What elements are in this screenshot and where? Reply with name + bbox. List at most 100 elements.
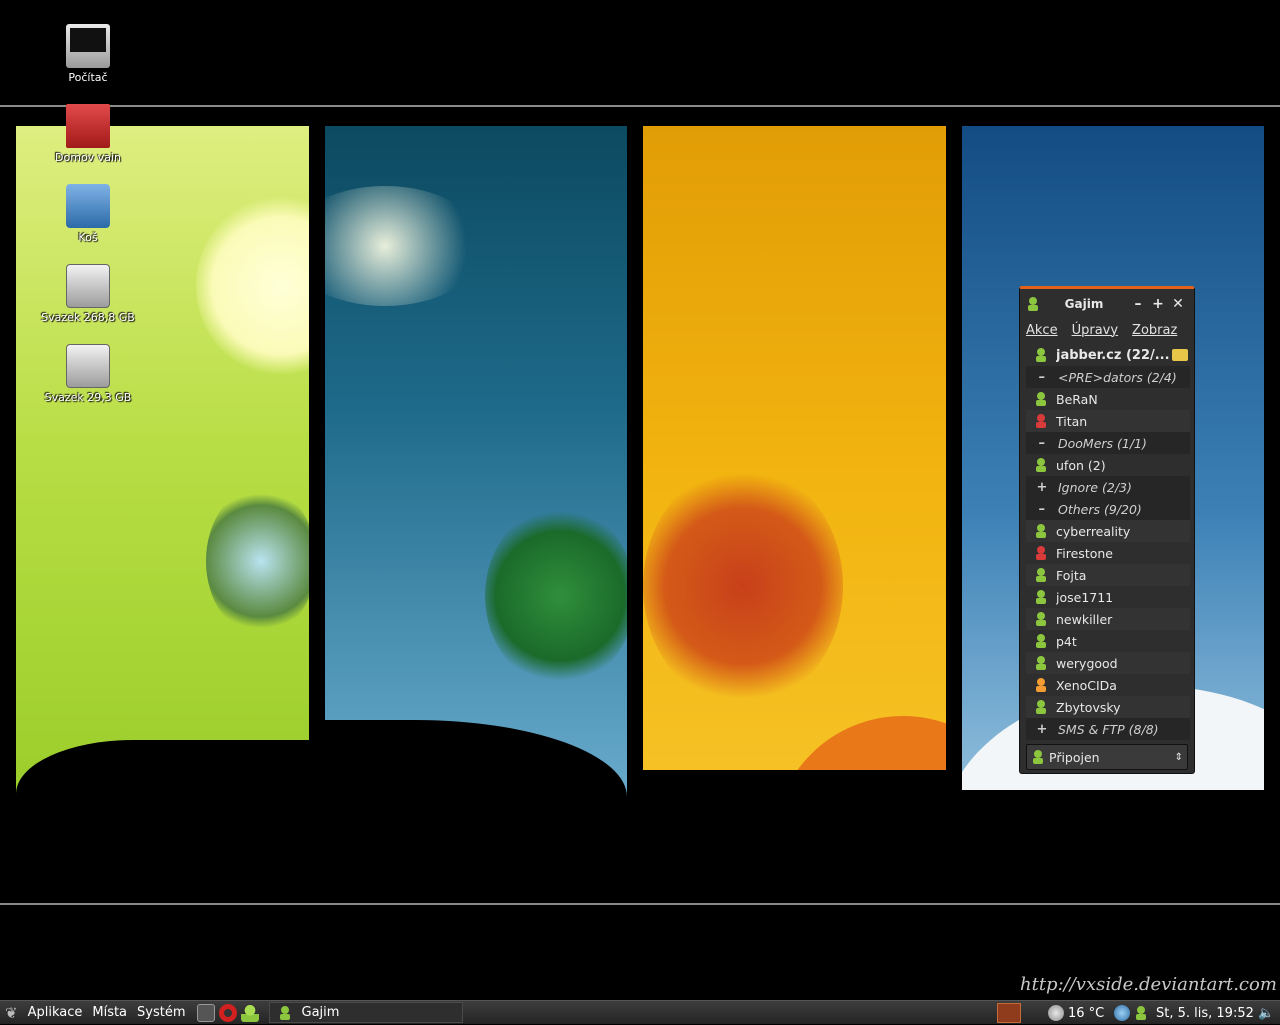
contact-status-icon: [1026, 589, 1056, 605]
expand-icon[interactable]: +: [1026, 480, 1058, 495]
trash-icon: [66, 184, 110, 228]
weather-icon: [1048, 1005, 1064, 1021]
contact-status-icon: [1026, 655, 1056, 671]
bottom-divider: [0, 903, 1280, 905]
taskbar-task-gajim[interactable]: Gajim: [268, 1002, 463, 1023]
desktop-icon-label: Počítač: [68, 71, 108, 84]
network-icon[interactable]: [1114, 1005, 1130, 1021]
contact-name: cyberreality: [1056, 523, 1131, 539]
group-label: Others (9/20): [1058, 501, 1142, 517]
contact-name: Firestone: [1056, 545, 1113, 561]
desktop-icon-volume-2[interactable]: Svazek 29,3 GB: [33, 344, 143, 404]
contact-status-icon: [1026, 457, 1056, 473]
menu-places[interactable]: Místa: [87, 1005, 132, 1020]
maximize-button[interactable]: +: [1148, 296, 1168, 312]
contact-status-icon: [1026, 611, 1056, 627]
roster-group-row[interactable]: + SMS & FTP (8/8): [1026, 718, 1190, 740]
contact-status-icon: [1026, 699, 1056, 715]
status-selector[interactable]: Připojen ⇕: [1026, 744, 1188, 770]
menu-upravy[interactable]: Úpravy: [1072, 323, 1118, 338]
expand-icon[interactable]: +: [1026, 722, 1058, 737]
menu-zobraz[interactable]: Zobraz: [1132, 323, 1177, 338]
distro-logo-icon[interactable]: ❦: [0, 1004, 23, 1022]
weather-temperature: 16 °C: [1068, 1005, 1105, 1021]
contact-status-icon: [1026, 633, 1056, 649]
lock-icon: [1172, 349, 1188, 361]
volume-applet[interactable]: 🔈: [1258, 1001, 1274, 1025]
menu-akce[interactable]: Akce: [1026, 323, 1058, 338]
contact-name: werygood: [1056, 655, 1118, 671]
desktop-icon-label: Koš: [78, 231, 98, 244]
terminal-launcher-icon[interactable]: [196, 1003, 215, 1022]
roster-list: jabber.cz (22/... – <PRE>dators (2/4) BeRaN…: [1026, 344, 1190, 740]
online-status-icon: [1033, 750, 1043, 764]
roster-contact-row[interactable]: newkiller: [1026, 608, 1190, 630]
gajim-window: Gajim – + ✕ Akce Úpravy Zobraz jabber.cz…: [1019, 286, 1195, 774]
desktop-icon-label: Domov vain: [55, 151, 121, 164]
desktop-icon-volume-1[interactable]: Svazek 268,8 GB: [33, 264, 143, 324]
close-button[interactable]: ✕: [1168, 296, 1188, 312]
roster-contact-row[interactable]: werygood: [1026, 652, 1190, 674]
clock-applet[interactable]: St, 5. lis, 19:52: [1156, 1001, 1254, 1025]
workspace-switcher[interactable]: [997, 1001, 1021, 1025]
home-folder-icon: [66, 104, 110, 148]
collapse-icon[interactable]: –: [1026, 370, 1058, 385]
roster-group-row[interactable]: – Others (9/20): [1026, 498, 1190, 520]
status-label: Připojen: [1049, 749, 1100, 765]
contact-name: BeRaN: [1056, 391, 1098, 407]
workspace-icon: [997, 1003, 1021, 1023]
menubar: Akce Úpravy Zobraz: [1020, 319, 1194, 341]
contact-name: Titan: [1056, 413, 1088, 429]
desktop-icon-label: Svazek 268,8 GB: [41, 311, 135, 324]
roster-contact-row[interactable]: cyberreality: [1026, 520, 1190, 542]
contact-name: ufon (2): [1056, 457, 1106, 473]
roster-contact-row[interactable]: Firestone: [1026, 542, 1190, 564]
roster-contact-row[interactable]: jose1711: [1026, 586, 1190, 608]
minimize-button[interactable]: –: [1128, 296, 1148, 312]
contact-status-icon: [1026, 545, 1056, 561]
opera-launcher-icon[interactable]: [218, 1003, 237, 1022]
roster-group-row[interactable]: – <PRE>dators (2/4): [1026, 366, 1190, 388]
window-titlebar[interactable]: Gajim – + ✕: [1020, 289, 1194, 319]
gajim-tray-icon[interactable]: [1134, 1005, 1148, 1021]
wallpaper-panel-summer: [325, 126, 627, 830]
contact-name: jose1711: [1056, 589, 1114, 605]
collapse-icon[interactable]: –: [1026, 502, 1058, 517]
contact-status-icon: [1026, 391, 1056, 407]
computer-icon: [66, 24, 110, 68]
roster-contact-row[interactable]: p4t: [1026, 630, 1190, 652]
contact-name: Zbytovsky: [1056, 699, 1121, 715]
roster-contact-row[interactable]: XenoCIDa: [1026, 674, 1190, 696]
roster-contact-row[interactable]: Zbytovsky: [1026, 696, 1190, 718]
desktop-icon-trash[interactable]: Koš: [33, 184, 143, 244]
roster-contact-row[interactable]: BeRaN: [1026, 388, 1190, 410]
weather-applet[interactable]: 16 °C: [1048, 1001, 1104, 1025]
desktop-icon-label: Svazek 29,3 GB: [44, 391, 132, 404]
group-label: DooMers (1/1): [1058, 435, 1147, 451]
drive-icon: [66, 344, 110, 388]
roster-account-row[interactable]: jabber.cz (22/...: [1026, 344, 1190, 366]
notification-area: [1114, 1001, 1148, 1025]
contact-name: newkiller: [1056, 611, 1113, 627]
account-label: jabber.cz (22/...: [1056, 347, 1170, 363]
contact-name: p4t: [1056, 633, 1077, 649]
desktop-icon-computer[interactable]: Počítač: [33, 24, 143, 84]
roster-contact-row[interactable]: Titan: [1026, 410, 1190, 432]
roster-group-row[interactable]: + Ignore (2/3): [1026, 476, 1190, 498]
collapse-icon[interactable]: –: [1026, 436, 1058, 451]
volume-icon: 🔈: [1258, 1005, 1275, 1021]
roster-contact-row[interactable]: Fojta: [1026, 564, 1190, 586]
gajim-launcher-icon[interactable]: [240, 1003, 259, 1022]
roster-group-row[interactable]: – DooMers (1/1): [1026, 432, 1190, 454]
clock-text: St, 5. lis, 19:52: [1156, 1005, 1254, 1021]
desktop-icon-home[interactable]: Domov vain: [33, 104, 143, 164]
menu-system[interactable]: Systém: [132, 1005, 190, 1020]
desktop: Počítač Domov vain Koš Svazek 268,8 GB S…: [0, 0, 1280, 1000]
gajim-app-icon: [1028, 297, 1038, 311]
account-status-icon: [1026, 347, 1056, 363]
roster-contact-row[interactable]: ufon (2): [1026, 454, 1190, 476]
wallpaper-panel-autumn: [643, 126, 946, 830]
menu-applications[interactable]: Aplikace: [23, 1005, 88, 1020]
contact-status-icon: [1026, 677, 1056, 693]
group-label: <PRE>dators (2/4): [1058, 369, 1177, 385]
